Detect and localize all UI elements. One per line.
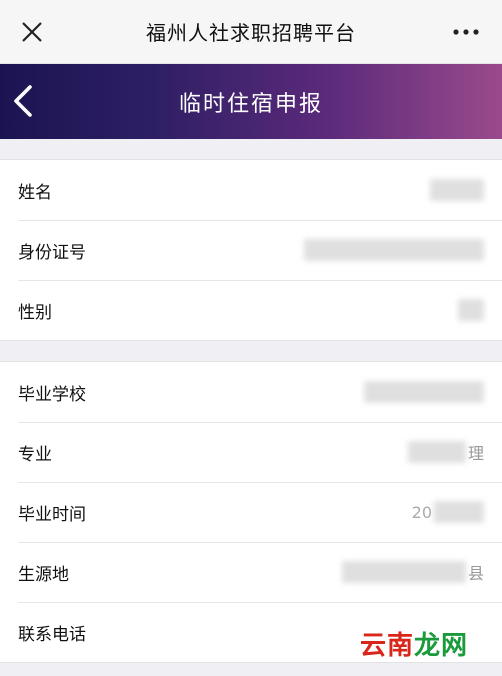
chevron-left-icon (14, 85, 32, 117)
row-label-id-number: 身份证号 (18, 242, 86, 263)
section-gap (0, 341, 502, 361)
row-value-origin: 县 (341, 557, 484, 587)
row-value-graduation-time: 20 (412, 497, 484, 527)
redacted-value (407, 441, 466, 463)
more-icon[interactable] (452, 24, 480, 40)
education-info-group: 毕业学校 专业 理 毕业时间 20 生源地 县 联系电话 (0, 361, 502, 663)
row-label-phone: 联系电话 (18, 624, 86, 645)
row-graduation-time[interactable]: 毕业时间 20 (0, 482, 502, 542)
redacted-value (341, 561, 466, 583)
row-gender[interactable]: 性别 (0, 280, 502, 340)
row-value-id-number (304, 235, 484, 265)
graduation-year-prefix: 20 (411, 502, 432, 522)
wechat-page-title: 福州人社求职招聘平台 (146, 21, 356, 45)
row-label-gender: 性别 (18, 302, 52, 323)
origin-suffix: 县 (467, 564, 484, 583)
watermark-char: 南 (386, 631, 414, 660)
close-icon[interactable] (20, 20, 44, 44)
section-gap (0, 139, 502, 159)
row-label-major: 专业 (18, 444, 52, 465)
back-button[interactable] (10, 82, 38, 120)
redacted-value (434, 501, 484, 523)
personal-info-group: 姓名 身份证号 性别 (0, 159, 502, 341)
major-suffix: 理 (467, 444, 484, 463)
redacted-value (304, 239, 484, 261)
row-label-origin: 生源地 (18, 564, 69, 585)
watermark-char: 云 (359, 631, 387, 660)
row-value-name (430, 175, 484, 205)
row-value-gender (458, 295, 484, 325)
watermark-char: 龙 (413, 631, 441, 660)
row-label-graduation-time: 毕业时间 (18, 504, 86, 525)
row-label-school: 毕业学校 (18, 384, 86, 405)
redacted-value (364, 381, 484, 403)
page-title: 临时住宿申报 (178, 91, 323, 117)
wechat-top-bar: 福州人社求职招聘平台 (0, 0, 502, 64)
row-name[interactable]: 姓名 (0, 160, 502, 220)
row-school[interactable]: 毕业学校 (0, 362, 502, 422)
redacted-value (458, 299, 484, 321)
app-header: 临时住宿申报 (0, 64, 502, 139)
row-major[interactable]: 专业 理 (0, 422, 502, 482)
row-value-major: 理 (407, 437, 484, 467)
redacted-value (430, 179, 484, 201)
row-id-number[interactable]: 身份证号 (0, 220, 502, 280)
row-label-name: 姓名 (18, 182, 52, 203)
row-value-school (364, 377, 484, 407)
watermark-logo: 云 南 龙 网 (360, 625, 468, 662)
watermark-char: 网 (440, 631, 468, 660)
row-origin[interactable]: 生源地 县 (0, 542, 502, 602)
